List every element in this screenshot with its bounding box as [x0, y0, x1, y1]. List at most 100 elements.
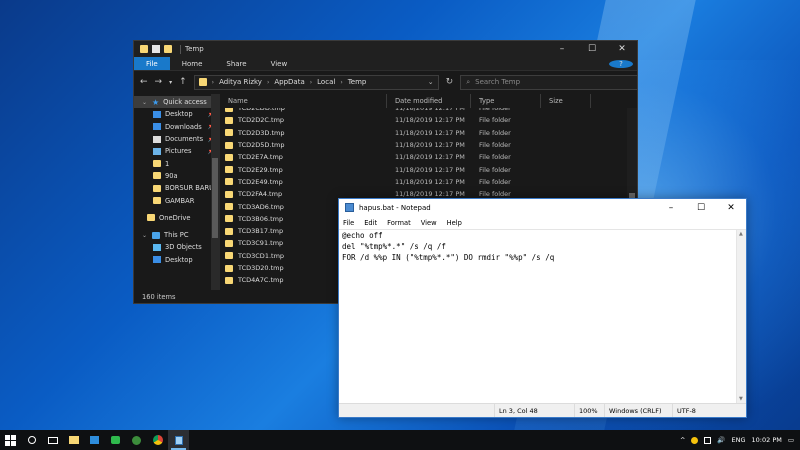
recent-locations-button[interactable]: ▾ — [169, 79, 172, 86]
nav-this-pc[interactable]: ⌄ This PC — [134, 229, 219, 241]
help-button[interactable]: ? — [605, 57, 637, 70]
breadcrumb-item[interactable]: AppData — [274, 78, 304, 86]
nav-folder-1[interactable]: 1 — [134, 157, 219, 169]
desktop-icon — [153, 110, 161, 118]
clock[interactable]: 10:02 PM — [752, 436, 782, 444]
file-row[interactable]: TCD2E49.tmp 11/18/2019 12:17 PM File folde… — [220, 176, 626, 188]
menu-help[interactable]: Help — [447, 219, 462, 227]
file-date: 11/18/2019 12:17 PM — [395, 128, 465, 137]
nav-desktop-pc[interactable]: Desktop — [134, 254, 219, 266]
tab-file[interactable]: File — [134, 57, 170, 70]
breadcrumb-item[interactable]: Aditya Rizky — [219, 78, 262, 86]
taskbar-app[interactable] — [126, 430, 147, 450]
menu-edit[interactable]: Edit — [364, 219, 377, 227]
file-row[interactable]: TCD2E29.tmp 11/18/2019 12:17 PM File folde… — [220, 163, 626, 175]
chevron-down-icon[interactable]: ⌄ — [142, 232, 148, 239]
chevron-right-icon[interactable]: › — [310, 79, 312, 86]
show-hidden-icons-icon[interactable]: ^ — [680, 436, 685, 444]
start-button[interactable] — [0, 430, 21, 450]
new-folder-icon[interactable] — [164, 45, 172, 53]
minimize-button[interactable]: – — [656, 199, 686, 216]
nav-pictures[interactable]: Pictures 📌 — [134, 145, 219, 157]
volume-icon[interactable]: 🔊 — [717, 436, 725, 444]
nav-quick-access[interactable]: ⌄ ★ Quick access — [134, 96, 219, 109]
menu-format[interactable]: Format — [387, 219, 411, 227]
nav-scrollbar-thumb[interactable] — [212, 158, 218, 238]
network-icon[interactable] — [704, 436, 712, 444]
maximize-button[interactable]: ☐ — [686, 199, 716, 216]
file-name: TCD4A7C.tmp — [238, 276, 284, 285]
up-button[interactable]: ↑ — [179, 77, 187, 87]
chevron-down-icon[interactable]: ⌄ — [428, 78, 434, 86]
column-type[interactable]: Type — [471, 94, 541, 108]
nav-folder-borsur-baru[interactable]: BORSUR BARU — [134, 182, 219, 194]
editor-content[interactable]: @echo off del "%tmp%*.*" /s /q /f FOR /d… — [342, 230, 734, 263]
nav-label: Downloads — [165, 122, 202, 131]
smiley-icon[interactable] — [691, 436, 699, 444]
window-title: hapus.bat - Notepad — [359, 203, 431, 212]
column-name[interactable]: Name — [220, 94, 387, 108]
file-row[interactable]: TCD2D5D.tmp 11/18/2019 12:17 PM File folde… — [220, 139, 626, 151]
chevron-right-icon[interactable]: › — [267, 79, 269, 86]
file-row[interactable]: TCD2D3D.tmp 11/18/2019 12:17 PM File folde… — [220, 127, 626, 139]
file-row[interactable]: TCD2E7A.tmp 11/18/2019 12:17 PM File folde… — [220, 151, 626, 163]
explorer-titlebar[interactable]: Temp – ☐ ✕ — [134, 41, 637, 57]
nav-label: 1 — [165, 159, 170, 168]
folder-icon — [147, 214, 155, 222]
maximize-button[interactable]: ☐ — [577, 41, 607, 57]
nav-documents[interactable]: Documents 📌 — [134, 133, 219, 145]
nav-desktop[interactable]: Desktop 📌 — [134, 108, 219, 120]
notepad-titlebar[interactable]: hapus.bat - Notepad – ☐ ✕ — [339, 199, 746, 216]
folder-icon — [153, 197, 161, 205]
forward-button[interactable]: → — [155, 77, 163, 87]
taskbar-notepad[interactable] — [168, 430, 189, 450]
nav-3d-objects[interactable]: 3D Objects — [134, 241, 219, 253]
tab-share[interactable]: Share — [214, 57, 258, 70]
minimize-button[interactable]: – — [547, 41, 577, 57]
scroll-up-icon[interactable]: ▲ — [739, 231, 743, 237]
breadcrumb-item[interactable]: Local — [317, 78, 335, 86]
breadcrumb-item[interactable]: Temp — [348, 78, 367, 86]
nav-folder-90a[interactable]: 90a — [134, 170, 219, 182]
nav-onedrive[interactable]: OneDrive — [134, 212, 219, 224]
editor-scrollbar[interactable]: ▲ ▼ — [736, 230, 746, 403]
nav-scrollbar[interactable] — [211, 94, 219, 290]
search-button[interactable] — [21, 430, 42, 450]
file-row[interactable]: TCD2D2C.tmp 11/18/2019 12:17 PM File folde… — [220, 114, 626, 126]
notepad-icon — [174, 435, 183, 445]
nav-label: 90a — [165, 171, 178, 180]
tab-home[interactable]: Home — [170, 57, 215, 70]
close-button[interactable]: ✕ — [607, 41, 637, 57]
scroll-down-icon[interactable]: ▼ — [739, 396, 743, 402]
chevron-right-icon[interactable]: › — [340, 79, 342, 86]
taskbar-line[interactable] — [105, 430, 126, 450]
item-count: 160 items — [142, 292, 176, 301]
address-bar[interactable]: › Aditya Rizky › AppData › Local › Temp … — [193, 74, 439, 90]
column-date-modified[interactable]: Date modified — [387, 94, 471, 108]
back-button[interactable]: ← — [140, 77, 148, 87]
nav-label: OneDrive — [159, 213, 191, 222]
search-input[interactable]: ⌕ Search Temp — [460, 74, 639, 90]
file-type: File folder — [479, 116, 511, 125]
tab-view[interactable]: View — [259, 57, 300, 70]
properties-icon[interactable] — [152, 45, 160, 53]
navigation-pane: ⌄ ★ Quick access Desktop 📌 Downloads 📌 D… — [134, 94, 219, 290]
chevron-down-icon[interactable]: ⌄ — [142, 99, 148, 106]
notifications-icon[interactable]: ▭ — [788, 436, 794, 444]
refresh-icon[interactable]: ↻ — [446, 77, 454, 87]
language-indicator[interactable]: ENG — [732, 436, 746, 444]
folder-icon — [225, 264, 233, 272]
nav-folder-gambar[interactable]: GAMBAR — [134, 194, 219, 206]
menu-file[interactable]: File — [343, 219, 354, 227]
menu-view[interactable]: View — [421, 219, 437, 227]
taskbar-chrome[interactable] — [147, 430, 168, 450]
taskbar-store[interactable] — [84, 430, 105, 450]
text-editor[interactable]: @echo off del "%tmp%*.*" /s /q /f FOR /d… — [339, 229, 746, 403]
close-button[interactable]: ✕ — [716, 199, 746, 216]
task-view-button[interactable] — [42, 430, 63, 450]
taskbar-explorer[interactable] — [63, 430, 84, 450]
file-explorer-icon — [68, 436, 79, 444]
help-icon: ? — [609, 59, 633, 68]
column-size[interactable]: Size — [541, 94, 591, 108]
nav-downloads[interactable]: Downloads 📌 — [134, 121, 219, 133]
